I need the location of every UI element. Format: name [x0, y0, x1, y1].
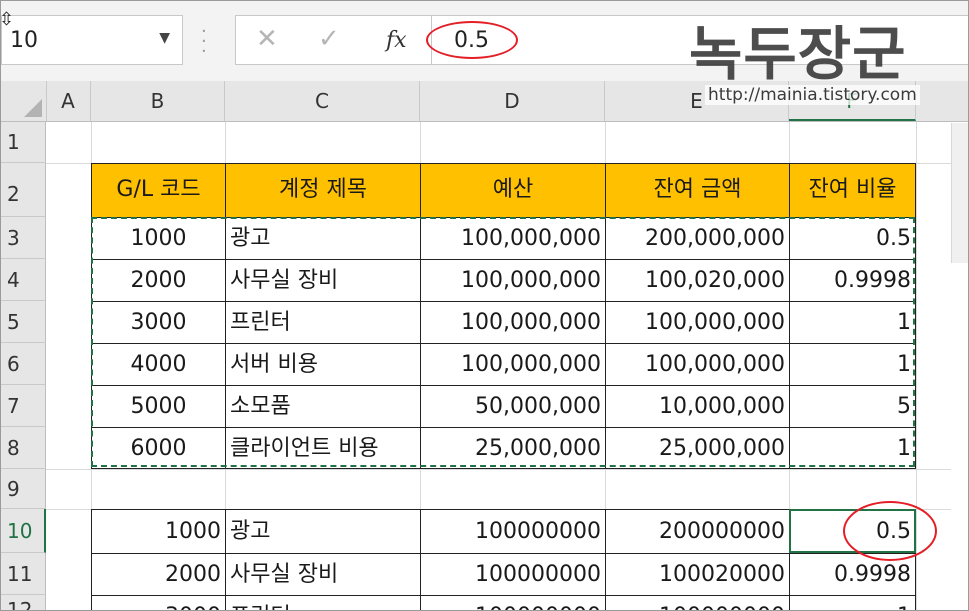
table1-cell[interactable]: 3000 [91, 301, 226, 344]
table1-cell[interactable]: 2000 [91, 259, 226, 302]
table2-cell[interactable]: 0.9998 [789, 553, 916, 596]
table1-cell[interactable]: 프린터 [225, 301, 421, 344]
vertical-scrollbar[interactable] [951, 123, 968, 263]
row-header-3[interactable]: 3 [1, 217, 46, 259]
row-header-9[interactable]: 9 [1, 469, 46, 509]
mouse-cursor-icon: ⇳ [0, 9, 15, 30]
formula-bar: 10 ▼ ⇳ · · · ✕ ✓ fx 0.5 녹두장군 [0, 1, 968, 88]
table1-cell[interactable]: 광고 [225, 217, 421, 260]
table1-cell[interactable]: 서버 비용 [225, 343, 421, 386]
table2-cell[interactable]: 1000 [91, 509, 226, 554]
table2-cell[interactable]: 100000000 [605, 595, 790, 610]
more-vertical-icon[interactable]: · · · [201, 23, 207, 61]
table1-cell[interactable]: 4000 [91, 343, 226, 386]
name-box-value: 10 [10, 28, 38, 53]
row-header-6[interactable]: 6 [1, 343, 46, 385]
table1-cell[interactable]: 100,000,000 [420, 343, 606, 386]
formula-buttons: ✕ ✓ fx [235, 15, 431, 65]
table1-cell[interactable]: 10,000,000 [605, 385, 790, 428]
watermark-url: http://mainia.tistory.com [705, 85, 920, 105]
table1-cell[interactable]: 소모품 [225, 385, 421, 428]
gridline [46, 469, 951, 470]
table1-cell[interactable]: 1 [789, 301, 916, 344]
annotation-circle-formula [426, 21, 518, 59]
table1-cell[interactable]: 5 [789, 385, 916, 428]
table2-cell[interactable]: 사무실 장비 [225, 553, 421, 596]
table1-header-ratio[interactable]: 잔여 비율 [789, 163, 916, 218]
table1-cell[interactable]: 1 [789, 343, 916, 386]
column-header-b[interactable]: B [91, 81, 225, 121]
table1-cell[interactable]: 50,000,000 [420, 385, 606, 428]
table2-cell[interactable]: 100020000 [605, 553, 790, 596]
row-header-8[interactable]: 8 [1, 427, 46, 469]
table2-cell[interactable]: 3000 [91, 595, 226, 610]
table1-cell[interactable]: 100,000,000 [420, 217, 606, 260]
row-header-12[interactable]: 12 [1, 595, 46, 610]
select-all-button[interactable] [1, 81, 47, 121]
table1-cell[interactable]: 100,000,000 [605, 301, 790, 344]
table1-cell[interactable]: 100,000,000 [420, 301, 606, 344]
row-header-2[interactable]: 2 [1, 163, 46, 217]
table2-cell[interactable]: 광고 [225, 509, 421, 554]
table1-header-gl-code[interactable]: G/L 코드 [91, 163, 226, 218]
table1-cell[interactable]: 25,000,000 [605, 427, 790, 469]
row-header-5[interactable]: 5 [1, 301, 46, 343]
row-header-1[interactable]: 1 [1, 122, 46, 163]
table2-cell[interactable]: 100000000 [420, 553, 606, 596]
cancel-icon[interactable]: ✕ [256, 24, 278, 54]
table2-cell[interactable]: 100000000 [420, 595, 606, 610]
row-header-7[interactable]: 7 [1, 385, 46, 427]
row-header-4[interactable]: 4 [1, 259, 46, 301]
column-header-d[interactable]: D [420, 81, 605, 121]
select-all-triangle-icon [24, 99, 42, 117]
table1-cell[interactable]: 6000 [91, 427, 226, 469]
column-header-c[interactable]: C [225, 81, 420, 121]
table1-cell[interactable]: 100,000,000 [420, 259, 606, 302]
spreadsheet-window: 10 ▼ ⇳ ··· ✕ ✓ fx 0.5 녹두장군 A B C D E F h… [0, 0, 969, 611]
table2-cell-selected[interactable]: 0.5 [789, 509, 916, 554]
table1-cell[interactable]: 사무실 장비 [225, 259, 421, 302]
watermark-title: 녹두장군 [689, 20, 907, 88]
table2-cell[interactable]: 100000000 [420, 509, 606, 554]
table1-cell[interactable]: 5000 [91, 385, 226, 428]
table2-cell[interactable]: 200000000 [605, 509, 790, 554]
insert-function-icon[interactable]: fx [386, 28, 407, 53]
table1-cell[interactable]: 1000 [91, 217, 226, 260]
name-box[interactable]: 10 ▼ [1, 15, 183, 65]
table1-cell[interactable]: 25,000,000 [420, 427, 606, 469]
table1-header-remaining[interactable]: 잔여 금액 [605, 163, 790, 218]
table2-cell[interactable]: 2000 [91, 553, 226, 596]
row-header-10[interactable]: 10 [1, 509, 46, 553]
table2-cell[interactable]: 1 [789, 595, 916, 610]
row-header-11[interactable]: 11 [1, 553, 46, 595]
enter-icon[interactable]: ✓ [318, 24, 340, 54]
table1-cell[interactable]: 100,020,000 [605, 259, 790, 302]
table1-header-account[interactable]: 계정 제목 [225, 163, 421, 218]
table1-cell[interactable]: 100,000,000 [605, 343, 790, 386]
gridline [916, 122, 917, 610]
table1-header-budget[interactable]: 예산 [420, 163, 606, 218]
column-header-a[interactable]: A [46, 81, 91, 121]
table1-cell[interactable]: 0.9998 [789, 259, 916, 302]
table1-cell[interactable]: 0.5 [789, 217, 916, 260]
table1-cell[interactable]: 클라이언트 비용 [225, 427, 421, 469]
chevron-down-icon[interactable]: ▼ [159, 30, 170, 46]
table1-cell[interactable]: 1 [789, 427, 916, 469]
table2-cell[interactable]: 프린터 [225, 595, 421, 610]
table1-cell[interactable]: 200,000,000 [605, 217, 790, 260]
